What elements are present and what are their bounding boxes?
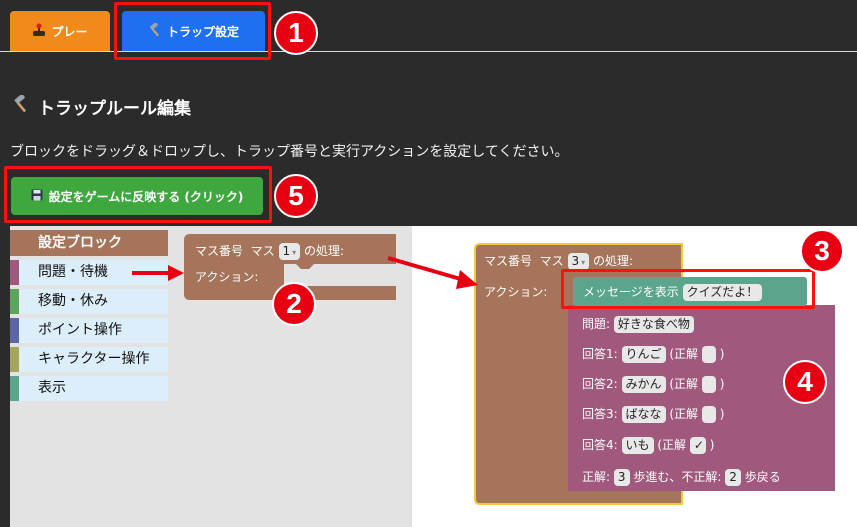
section-title-text: トラップルール編集 xyxy=(38,99,191,119)
category-label: 問題・待機 xyxy=(38,264,108,280)
arrow-right-icon xyxy=(387,256,478,289)
dropdown-arrow-icon: ▾ xyxy=(292,248,297,257)
highlight-box-message-block xyxy=(561,269,815,309)
wrong-steps-input[interactable]: 2 xyxy=(725,469,741,486)
answer-input[interactable]: いも xyxy=(621,437,654,454)
paren-close: ) xyxy=(709,438,715,452)
toolbox-category-character[interactable]: キャラクター操作 xyxy=(10,347,168,372)
quiz-question-row: 問題: 好きな食べ物 xyxy=(582,315,694,333)
paren-close: ) xyxy=(719,377,725,391)
highlight-box-apply-button xyxy=(4,166,272,223)
correct-checkbox[interactable] xyxy=(701,376,716,393)
category-label: 表示 xyxy=(38,380,66,396)
answer-input[interactable]: ばなな xyxy=(621,406,666,423)
category-color-swatch xyxy=(10,318,19,343)
category-color-swatch xyxy=(10,260,19,285)
answer-row: 回答2: みかん (正解 ) xyxy=(582,375,724,393)
answer-label: 回答2: xyxy=(582,377,618,391)
back-label: 歩戻る xyxy=(744,470,781,484)
forward-label: 歩進む、不正解: xyxy=(633,470,722,484)
block-label: マス番号 xyxy=(195,244,244,258)
block-label: マス xyxy=(539,254,564,268)
flyout-action-label: アクション: xyxy=(195,270,259,284)
toolbox-category-display[interactable]: 表示 xyxy=(10,376,168,401)
block-label: マス番号 xyxy=(484,254,533,268)
category-label: 移動・休み xyxy=(38,293,108,309)
correct-checkbox[interactable] xyxy=(701,406,716,423)
arrow-right-icon xyxy=(132,265,184,281)
toolbox-category-points[interactable]: ポイント操作 xyxy=(10,318,168,343)
category-color-swatch xyxy=(10,376,19,401)
hammer-icon xyxy=(12,94,30,118)
highlight-box-trap-tab xyxy=(114,2,271,60)
correct-label: (正解 xyxy=(669,347,699,361)
result-correct-label: 正解: xyxy=(582,470,611,484)
joystick-icon xyxy=(32,23,46,40)
correct-label: (正解 xyxy=(669,377,699,391)
answer-label: 回答1: xyxy=(582,347,618,361)
correct-checkbox[interactable]: ✓ xyxy=(689,437,706,454)
section-title: トラップルール編集 xyxy=(12,94,191,119)
block-label: の処理: xyxy=(303,244,345,258)
correct-steps-input[interactable]: 3 xyxy=(613,469,630,486)
category-color-swatch xyxy=(10,289,19,314)
answer-input[interactable]: りんご xyxy=(621,346,666,363)
workspace-event-header: マス番号 マス 3 ▾ の処理: xyxy=(484,252,633,270)
workspace-action-label: アクション: xyxy=(484,285,548,299)
annotation-marker-3: 3 xyxy=(800,229,844,273)
answer-row: 回答4: いも (正解 ✓ ) xyxy=(582,436,714,454)
flyout-event-header: マス番号 マス 1 ▾ の処理: xyxy=(195,242,344,260)
correct-label: (正解 xyxy=(657,438,687,452)
square-number-dropdown[interactable]: 3 ▾ xyxy=(567,253,590,270)
annotation-marker-5: 5 xyxy=(274,174,318,218)
paren-close: ) xyxy=(719,347,725,361)
square-number-value: 1 xyxy=(282,244,291,258)
question-input[interactable]: 好きな食べ物 xyxy=(613,316,694,333)
toolbox-header: 設定ブロック xyxy=(10,230,168,256)
toolbox-category-move[interactable]: 移動・休み xyxy=(10,289,168,314)
dropdown-arrow-icon: ▾ xyxy=(581,258,586,267)
block-label: マス xyxy=(250,244,275,258)
answer-input[interactable]: みかん xyxy=(621,376,666,393)
category-label: ポイント操作 xyxy=(38,322,122,338)
square-number-value: 3 xyxy=(571,254,580,268)
category-color-swatch xyxy=(10,347,19,372)
correct-label: (正解 xyxy=(669,407,699,421)
correct-checkbox[interactable] xyxy=(701,346,716,363)
answer-row: 回答1: りんご (正解 ) xyxy=(582,345,724,363)
square-number-dropdown[interactable]: 1 ▾ xyxy=(278,243,301,260)
annotation-marker-2: 2 xyxy=(272,282,316,326)
block-toolbox: 設定ブロック 問題・待機 移動・休み ポイント操作 キャラクター操作 表示 xyxy=(10,230,168,401)
answer-label: 回答4: xyxy=(582,438,618,452)
answer-label: 回答3: xyxy=(582,407,618,421)
annotation-marker-1: 1 xyxy=(274,11,318,55)
tab-play-label: プレー xyxy=(51,24,88,39)
quiz-result-row: 正解: 3 歩進む、不正解: 2 歩戻る xyxy=(582,468,781,486)
block-label: の処理: xyxy=(592,254,634,268)
answer-row: 回答3: ばなな (正解 ) xyxy=(582,405,724,423)
instructions-text: ブロックをドラッグ＆ドロップし、トラップ番号と実行アクションを設定してください。 xyxy=(10,144,569,160)
category-label: キャラクター操作 xyxy=(38,351,150,367)
question-label: 問題: xyxy=(582,317,611,331)
annotation-marker-4: 4 xyxy=(783,360,827,404)
tab-play[interactable]: プレー xyxy=(10,11,110,51)
paren-close: ) xyxy=(719,407,725,421)
